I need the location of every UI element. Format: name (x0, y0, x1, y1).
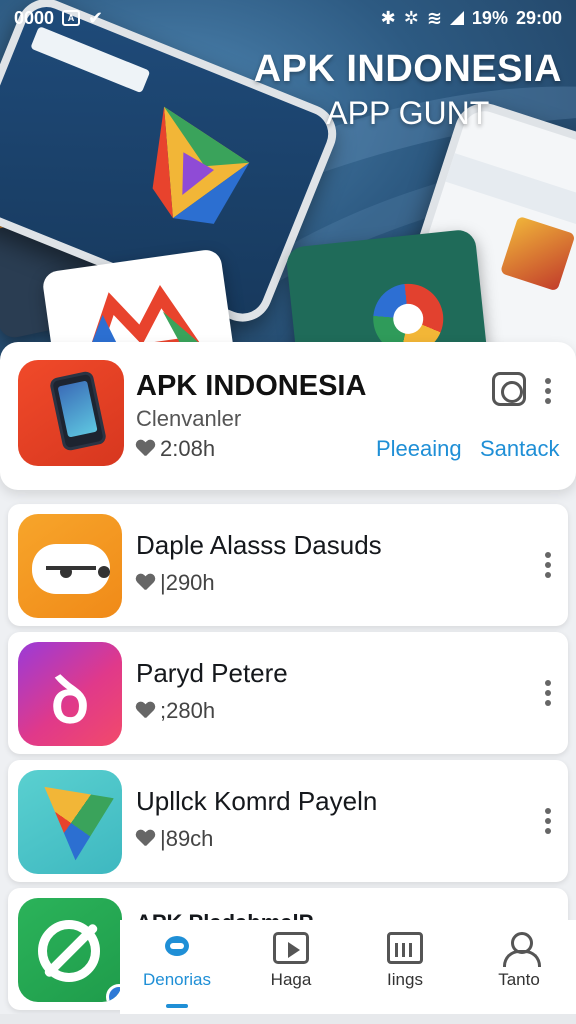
featured-link-primary[interactable]: Pleeaing (376, 436, 462, 462)
heart-icon (136, 830, 154, 848)
status-left-text: 0000 (14, 7, 55, 28)
nav-tab-denorias[interactable]: Denorias (122, 932, 232, 1008)
list-item[interactable]: Daple Alasss Dasuds |290h (8, 504, 568, 626)
phone-thumbnail (499, 215, 576, 292)
list-item-meta: |89ch (136, 826, 213, 852)
heart-icon (136, 574, 154, 592)
hero-title-block: APK INDONESIA APP GUNT (254, 48, 562, 132)
featured-subtitle: Clenvanler (136, 406, 242, 431)
featured-app-card[interactable]: APK INDONESIA Clenvanler 2:08h Pleeaing … (0, 342, 576, 490)
list-item-title: Upllck Komrd Payeln (136, 786, 378, 816)
play-icon (273, 932, 309, 964)
hero-title: APK INDONESIA (253, 48, 562, 90)
calendar-icon (387, 932, 423, 964)
nav-tab-haga[interactable]: Haga (236, 932, 346, 990)
featured-meta: 2:08h (136, 436, 215, 462)
wifi-icon: ≋ (426, 7, 442, 28)
list-item-meta-text: ;280h (160, 698, 216, 723)
phone-graphic (48, 370, 108, 452)
nav-label: Iings (387, 970, 423, 989)
check-icon: ✔ (88, 7, 104, 28)
heart-icon (136, 440, 154, 458)
clock: 29:00 (515, 7, 562, 28)
nav-tab-iings[interactable]: Iings (350, 932, 460, 990)
hero-subtitle: APP GUNT (326, 95, 490, 131)
kebab-menu-icon[interactable] (545, 808, 551, 834)
list-item-meta-text: |89ch (160, 826, 214, 851)
list-item-meta: ;280h (136, 698, 215, 724)
nav-label: Denorias (142, 970, 212, 989)
heart-icon (136, 702, 154, 720)
bottom-navigation: Denorias Haga Iings Tanto (120, 920, 576, 1024)
diamond-logo-icon (152, 106, 250, 224)
nav-tab-tanto[interactable]: Tanto (464, 932, 574, 990)
featured-link-secondary[interactable]: Santack (480, 436, 560, 462)
list-item[interactable]: Upllck Komrd Payeln |89ch (8, 760, 568, 882)
kebab-menu-icon[interactable] (545, 680, 551, 706)
chat-bubble-icon (159, 932, 195, 964)
kebab-menu-icon[interactable] (545, 552, 551, 578)
settings-icon: ✲ (403, 7, 419, 28)
phone-topbar (445, 153, 576, 239)
featured-title: APK INDONESIA (136, 370, 367, 402)
signal-icon (449, 11, 464, 25)
hero-banner: 0000 A ✔ ✱ ✲ ≋ 19% 29:00 APK INDONESIA A… (0, 0, 576, 370)
notification-icon: A (62, 10, 81, 26)
purple-glyph-icon[interactable]: ꝺ (18, 642, 122, 746)
nav-label: Haga (270, 970, 312, 989)
featured-app-icon[interactable] (18, 360, 124, 466)
battery-text: 19% (471, 7, 508, 28)
teal-shape-icon[interactable] (18, 770, 122, 874)
status-bar: 0000 A ✔ ✱ ✲ ≋ 19% 29:00 (0, 0, 576, 36)
user-icon (501, 932, 541, 967)
orange-face-icon[interactable] (18, 514, 122, 618)
bluetooth-icon: ✱ (380, 7, 396, 28)
list-item-title: Daple Alasss Dasuds (136, 530, 382, 560)
list-item-title: Paryd Petere (136, 658, 288, 688)
phone-search-bar (30, 26, 151, 94)
nav-label: Tanto (498, 970, 540, 989)
list-item[interactable]: ꝺ Paryd Petere ;280h (8, 632, 568, 754)
gesture-bar (0, 1014, 576, 1024)
featured-meta-text: 2:08h (160, 436, 216, 461)
kebab-menu-icon[interactable] (545, 378, 551, 404)
camera-icon[interactable] (492, 372, 526, 406)
list-item-meta: |290h (136, 570, 215, 596)
green-sync-icon[interactable] (18, 898, 122, 1002)
list-item-meta-text: |290h (160, 570, 215, 595)
